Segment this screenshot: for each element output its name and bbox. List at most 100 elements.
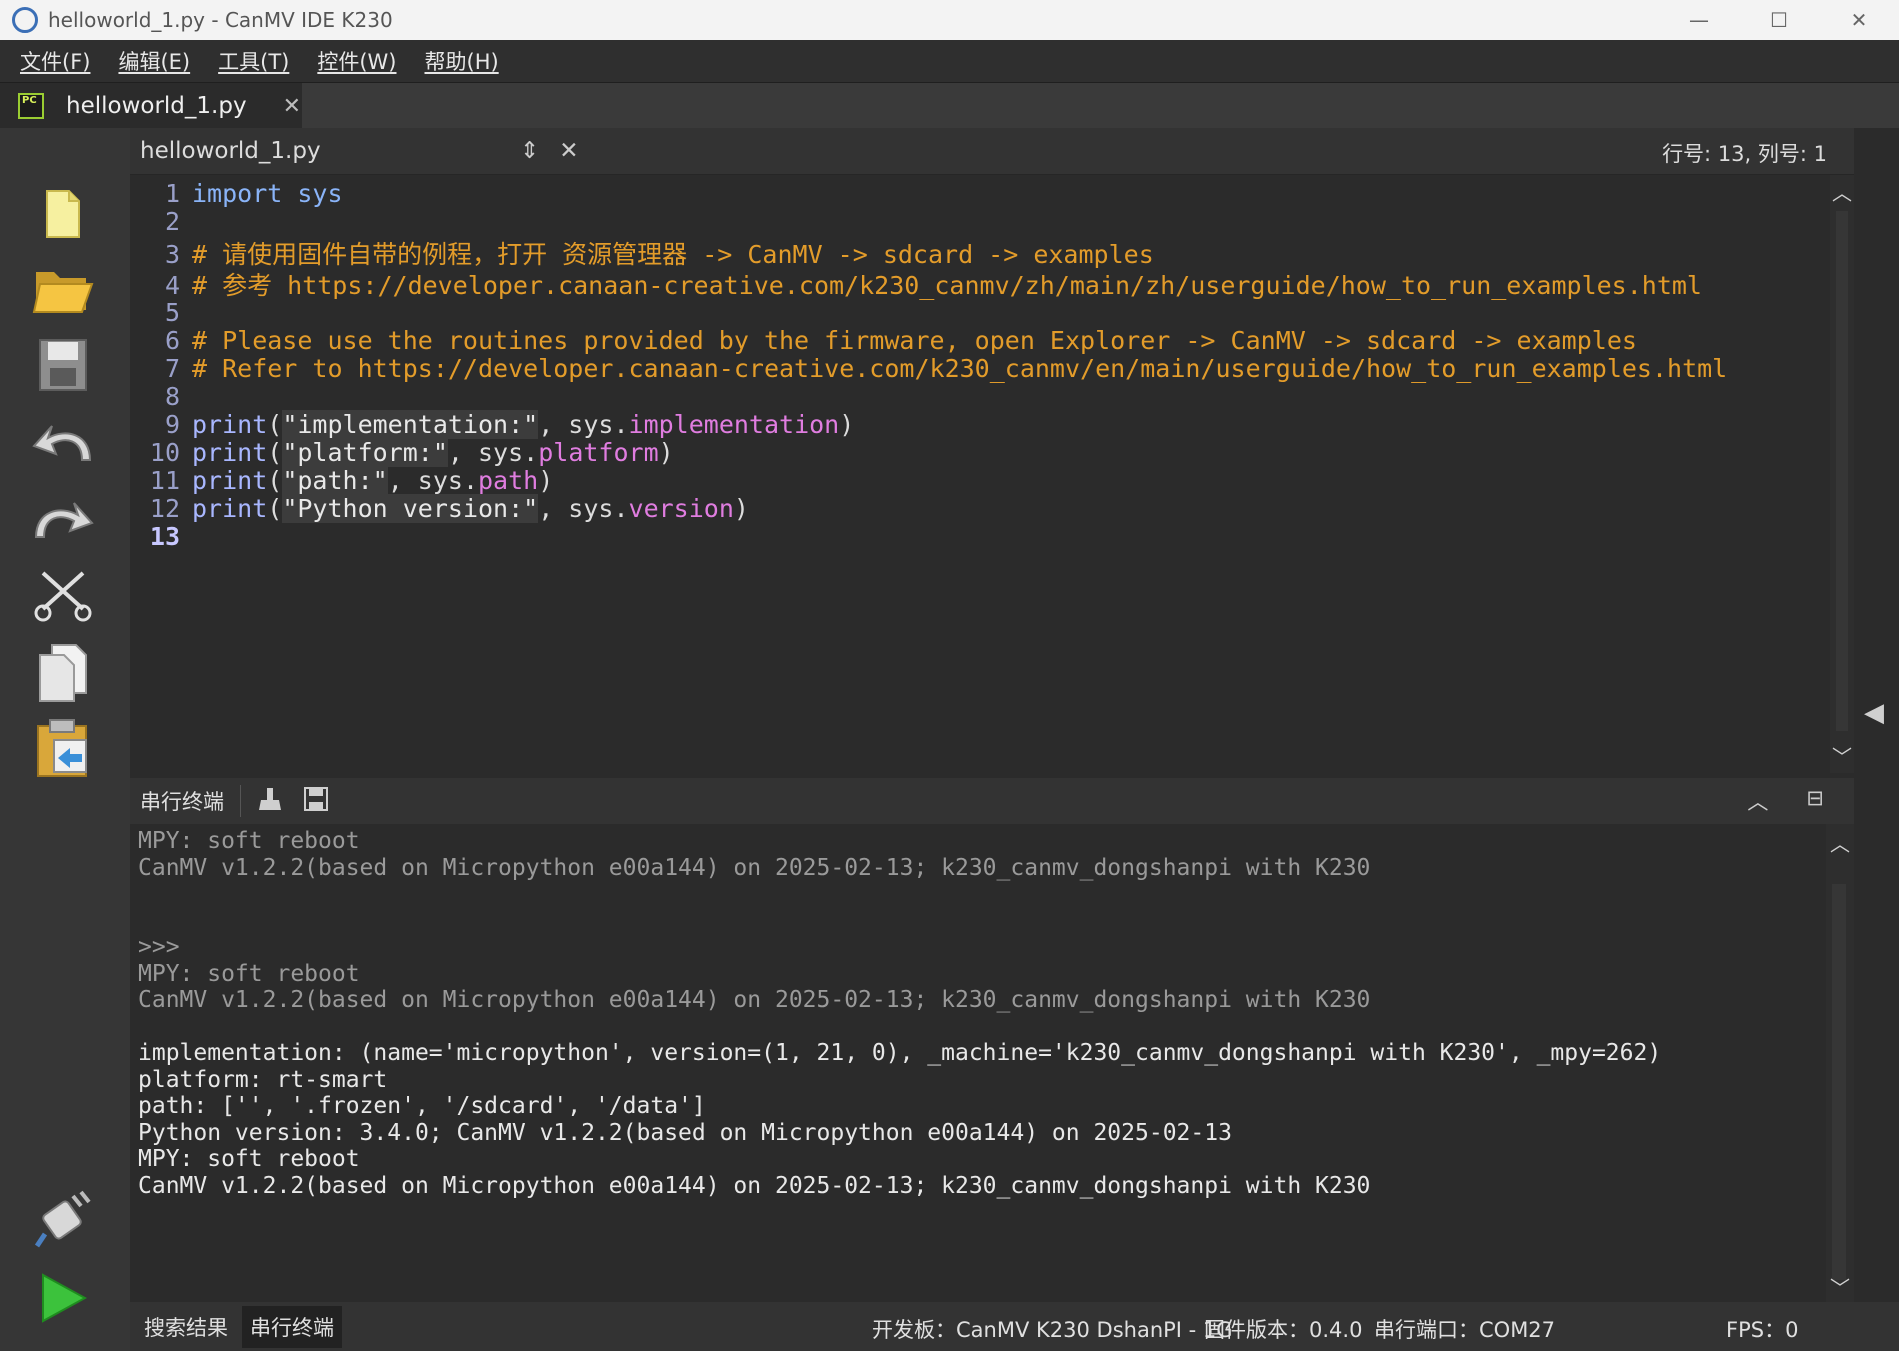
code-token: "path:" bbox=[282, 466, 388, 495]
terminal-scroll-up-icon[interactable]: ︿ bbox=[1830, 828, 1850, 857]
code-line[interactable]: 4 # 参考 https://developer.canaan-creative.… bbox=[130, 266, 1702, 300]
code-token: , sys. bbox=[387, 466, 478, 495]
scroll-down-icon[interactable]: ﹀ bbox=[1832, 741, 1852, 770]
code-token: "implementation:" bbox=[282, 410, 539, 439]
code-token: # 参考 https://developer.canaan-creative.c… bbox=[192, 271, 1702, 300]
terminal-line: >>> bbox=[138, 934, 180, 960]
updown-arrows-icon[interactable]: ⇕ bbox=[520, 138, 539, 164]
divider bbox=[240, 785, 241, 817]
collapse-panel-icon[interactable]: ◀ bbox=[1864, 698, 1884, 728]
code-token: ( bbox=[267, 438, 283, 467]
left-toolbar bbox=[0, 128, 130, 1351]
new-file-icon[interactable] bbox=[30, 184, 96, 244]
terminal-title: 串行终端 bbox=[140, 790, 224, 814]
line-number: 12 bbox=[149, 494, 180, 523]
line-number: 6 bbox=[164, 326, 180, 355]
line-number: 7 bbox=[164, 354, 180, 383]
code-token: ) bbox=[658, 438, 674, 467]
menu-tools[interactable]: 工具(T) bbox=[218, 46, 289, 76]
tab-serial-terminal[interactable]: 串行终端 bbox=[242, 1305, 342, 1348]
editor-scrollbar[interactable]: ︿ ﹀ bbox=[1830, 175, 1854, 773]
window-title: helloworld_1.py - CanMV IDE K230 bbox=[48, 8, 393, 32]
title-bar: helloworld_1.py - CanMV IDE K230 — ☐ ✕ bbox=[0, 0, 1899, 40]
serial-port-info: 串行端口：COM27 bbox=[1374, 1318, 1556, 1342]
line-number: 3 bbox=[164, 240, 180, 269]
copy-icon[interactable] bbox=[30, 643, 96, 703]
code-token: # Refer to https://developer.canaan-crea… bbox=[192, 354, 1728, 383]
code-token: ) bbox=[538, 466, 554, 495]
line-number: 2 bbox=[164, 207, 180, 236]
line-number: 1 bbox=[164, 179, 180, 208]
code-token: print bbox=[192, 438, 268, 467]
menu-file[interactable]: 文件(F) bbox=[20, 46, 90, 76]
line-number: 5 bbox=[164, 298, 180, 327]
undo-icon[interactable] bbox=[30, 413, 96, 473]
code-line[interactable]: 13 bbox=[130, 522, 192, 554]
cut-icon[interactable] bbox=[30, 566, 96, 626]
line-number: 10 bbox=[149, 438, 180, 467]
terminal-line: CanMV v1.2.2(based on Micropython e00a14… bbox=[138, 855, 1371, 881]
run-icon[interactable] bbox=[30, 1268, 96, 1328]
terminal-line: CanMV v1.2.2(based on Micropython e00a14… bbox=[138, 987, 1371, 1013]
paste-icon[interactable] bbox=[30, 718, 96, 778]
code-token: "Python version:" bbox=[282, 494, 539, 523]
code-token: ) bbox=[839, 410, 855, 439]
line-number: 11 bbox=[149, 466, 180, 495]
status-bar: 搜索结果 串行终端 开发板：CanMV K230 DshanPI - 1G 固件… bbox=[130, 1302, 1899, 1351]
terminal-line: CanMV v1.2.2(based on Micropython e00a14… bbox=[138, 1173, 1371, 1199]
code-token: ( bbox=[267, 466, 283, 495]
open-folder-icon[interactable] bbox=[30, 260, 96, 320]
code-token: # 请使用固件自带的例程，打开 资源管理器 -> CanMV -> sdcard… bbox=[192, 240, 1154, 269]
code-token: implementation bbox=[628, 410, 840, 439]
line-number: 4 bbox=[164, 271, 180, 300]
clear-terminal-icon[interactable] bbox=[257, 786, 285, 817]
line-number: 8 bbox=[164, 382, 180, 411]
code-token: sys bbox=[297, 179, 343, 208]
menu-bar: 文件(F) 编辑(E) 工具(T) 控件(W) 帮助(H) bbox=[0, 40, 1899, 82]
minimize-button[interactable]: — bbox=[1659, 0, 1739, 40]
menu-widgets[interactable]: 控件(W) bbox=[317, 46, 396, 76]
menu-help[interactable]: 帮助(H) bbox=[425, 46, 499, 76]
code-line[interactable]: 7 # Refer to https://developer.canaan-cre… bbox=[130, 354, 1727, 386]
expand-up-icon[interactable]: ︿ bbox=[1747, 786, 1768, 816]
code-line[interactable]: 12 print("Python version:", sys.version) bbox=[130, 494, 749, 526]
terminal-line: MPY: soft reboot bbox=[138, 828, 360, 854]
scroll-up-icon[interactable]: ︿ bbox=[1832, 177, 1852, 206]
tab-search-results[interactable]: 搜索结果 bbox=[136, 1306, 236, 1348]
line-number: 9 bbox=[164, 410, 180, 439]
editor-header: helloworld_1.py ⇕ ✕ 行号: 13, 列号: 1 bbox=[130, 128, 1899, 175]
code-token: print bbox=[192, 466, 268, 495]
right-rail: ◀ bbox=[1854, 128, 1899, 1351]
close-document-icon[interactable]: ✕ bbox=[559, 138, 578, 164]
maximize-button[interactable]: ☐ bbox=[1739, 0, 1819, 40]
app-logo-icon bbox=[12, 7, 38, 33]
close-window-button[interactable]: ✕ bbox=[1819, 0, 1899, 40]
terminal-scrollbar-thumb[interactable] bbox=[1832, 884, 1846, 1280]
scrollbar-thumb[interactable] bbox=[1836, 211, 1848, 731]
terminal-scroll-down-icon[interactable]: ﹀ bbox=[1830, 1272, 1850, 1301]
code-line[interactable]: 3 # 请使用固件自带的例程，打开 资源管理器 -> CanMV -> sdcar… bbox=[130, 235, 1154, 269]
save-log-icon[interactable] bbox=[303, 786, 329, 817]
file-tab[interactable]: PC helloworld_1.py ✕ bbox=[0, 83, 302, 129]
serial-terminal-output[interactable]: MPY: soft reboot CanMV v1.2.2(based on Mi… bbox=[130, 824, 1826, 1302]
save-icon[interactable] bbox=[30, 335, 96, 395]
menu-edit[interactable]: 编辑(E) bbox=[118, 46, 190, 76]
code-token: print bbox=[192, 410, 268, 439]
code-token: , sys. bbox=[447, 438, 539, 467]
code-token: ( bbox=[267, 494, 283, 523]
close-tab-icon[interactable]: ✕ bbox=[283, 94, 301, 119]
file-tab-label: helloworld_1.py bbox=[66, 93, 247, 119]
terminal-line: path: ['', '.frozen', '/sdcard', '/data'… bbox=[138, 1093, 706, 1119]
redo-icon[interactable] bbox=[30, 490, 96, 550]
connect-icon[interactable] bbox=[30, 1190, 96, 1250]
document-selector[interactable]: helloworld_1.py bbox=[140, 138, 510, 164]
code-token: import bbox=[192, 179, 283, 208]
terminal-header: 串行终端 ︿ ⊟ bbox=[130, 778, 1854, 824]
line-number: 13 bbox=[149, 522, 180, 551]
terminal-scrollbar[interactable]: ︿ ﹀ bbox=[1826, 824, 1854, 1302]
file-tab-bar: PC helloworld_1.py ✕ bbox=[0, 82, 1899, 129]
code-token: path bbox=[478, 466, 539, 495]
code-editor[interactable]: 1 import sys 2 3 # 请使用固件自带的例程，打开 资源管理器 -> Ca… bbox=[130, 175, 1830, 773]
minimize-panel-icon[interactable]: ⊟ bbox=[1806, 786, 1824, 816]
